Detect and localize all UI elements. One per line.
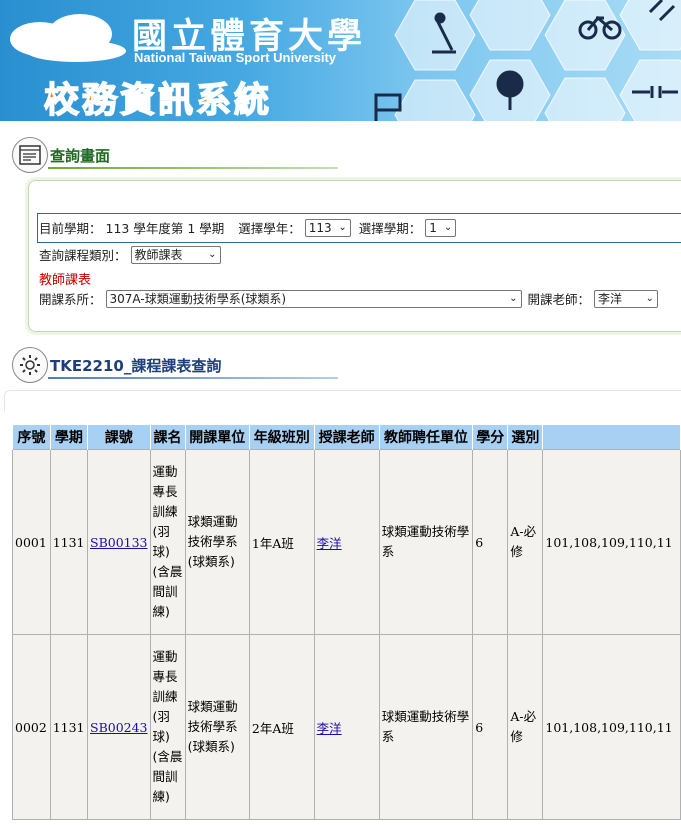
cell-unit: 球類運動技術學系(球類系)	[184, 634, 250, 820]
cell-seq: 0001	[12, 449, 51, 635]
course-table-container: 序號 學期 課號 課名 開課單位 年級班別 授課老師 教師聘任單位 學分 選別 …	[12, 424, 681, 825]
course-code-link[interactable]: SB00133	[90, 535, 148, 550]
col-employ-unit: 教師聘任單位	[378, 424, 474, 450]
section-underline	[48, 167, 338, 169]
cell-employ-unit: 球類運動技術學系	[378, 449, 474, 635]
teacher-schedule-heading: 教師課表	[39, 273, 92, 288]
course-code-link[interactable]: SB00243	[90, 720, 148, 735]
col-credit: 學分	[472, 424, 509, 450]
university-name-en: National Taiwan Sport University	[134, 50, 337, 65]
table-row: 0001 1131 SB00133 運動專長訓練(羽球)(含晨間訓練) 球類運動…	[12, 449, 681, 635]
chevron-down-icon: ⌄	[208, 249, 217, 260]
query-panel: 目前學期： 113 學年度第 1 學期 選擇學年： 113 ⌄ 選擇學期： 1 ⌄ …	[28, 180, 681, 332]
col-unit: 開課單位	[184, 424, 250, 450]
section-underline	[48, 377, 338, 379]
year-select[interactable]: 113 ⌄	[304, 218, 351, 237]
cell-name: 運動專長訓練(羽球)(含晨間訓練)	[149, 634, 186, 820]
cell-term: 1131	[49, 449, 89, 635]
dept-select-value: 307A-球類運動技術學系(球類系)	[109, 292, 287, 306]
cell-class: 1年A班	[248, 449, 315, 635]
semester-select-value: 1	[429, 220, 437, 235]
teacher-label: 開課老師：	[527, 292, 591, 307]
term-row: 目前學期： 113 學年度第 1 學期 選擇學年： 113 ⌄ 選擇學期： 1 ⌄	[39, 218, 457, 237]
result-section-title: TKE2210_課程課表查詢	[50, 357, 222, 375]
teacher-select[interactable]: 李洋 ⌄	[594, 289, 659, 308]
cell-employ-unit: 球類運動技術學系	[378, 634, 474, 820]
cell-credit: 6	[472, 449, 509, 635]
ping-pong-icon	[496, 70, 524, 98]
chevron-down-icon: ⌄	[338, 222, 347, 233]
teacher-link[interactable]: 李洋	[317, 721, 342, 736]
form-icon	[12, 137, 48, 173]
cell-credit: 6	[472, 634, 509, 820]
cell-type: A-必修	[507, 634, 544, 820]
cell-teacher: 李洋	[313, 449, 380, 635]
year-select-label: 選擇學年：	[238, 221, 301, 236]
course-table: 序號 學期 課號 課名 開課單位 年級班別 授課老師 教師聘任單位 學分 選別 …	[12, 424, 681, 820]
header-banner: 國立體育大學 National Taiwan Sport University …	[0, 0, 681, 121]
current-term-label: 目前學期：	[39, 221, 102, 236]
chevron-down-icon: ⌄	[645, 293, 655, 304]
current-term-value: 113 學年度第 1 學期	[105, 221, 225, 236]
col-term: 學期	[49, 424, 89, 450]
cell-periods: 101,108,109,110,11	[542, 634, 681, 820]
table-row: 0002 1131 SB00243 運動專長訓練(羽球)(含晨間訓練) 球類運動…	[12, 634, 681, 820]
semester-select-label: 選擇學期：	[358, 221, 422, 236]
cell-code: SB00243	[87, 634, 151, 820]
col-class: 年級班別	[248, 424, 315, 450]
category-select-value: 教師課表	[134, 248, 183, 262]
col-periods	[542, 424, 681, 450]
cell-code: SB00133	[87, 449, 151, 635]
teacher-select-value: 李洋	[598, 292, 623, 306]
cloud-logo-part	[26, 40, 126, 62]
dept-select[interactable]: 307A-球類運動技術學系(球類系) ⌄	[105, 289, 522, 308]
cell-periods: 101,108,109,110,11	[542, 449, 681, 635]
col-teacher: 授課老師	[313, 424, 380, 450]
category-label: 查詢課程類別：	[39, 248, 127, 263]
cell-name: 運動專長訓練(羽球)(含晨間訓練)	[149, 449, 186, 635]
chevron-down-icon: ⌄	[443, 222, 453, 233]
cell-unit: 球類運動技術學系(球類系)	[184, 449, 250, 635]
col-type: 選別	[507, 424, 544, 450]
cell-term: 1131	[49, 634, 89, 820]
year-select-value: 113	[308, 220, 332, 235]
col-seq: 序號	[12, 424, 51, 450]
category-select[interactable]: 教師課表 ⌄	[130, 245, 221, 264]
result-panel-frame	[4, 390, 681, 411]
system-name: 校務資訊系統	[43, 80, 273, 121]
query-section-title: 查詢畫面	[50, 147, 111, 165]
dept-row: 開課系所： 307A-球類運動技術學系(球類系) ⌄ 開課老師： 李洋 ⌄	[39, 289, 659, 308]
chevron-down-icon: ⌄	[509, 293, 518, 304]
semester-select[interactable]: 1 ⌄	[425, 218, 457, 237]
sports-hexagon-decoration	[374, 0, 681, 121]
cell-type: A-必修	[507, 449, 544, 635]
dept-label: 開課系所：	[39, 292, 102, 307]
col-name: 課名	[149, 424, 186, 450]
cell-class: 2年A班	[248, 634, 315, 820]
table-header-row: 序號 學期 課號 課名 開課單位 年級班別 授課老師 教師聘任單位 學分 選別	[12, 424, 681, 450]
cell-seq: 0002	[12, 634, 51, 820]
category-row: 查詢課程類別： 教師課表 ⌄	[39, 245, 221, 264]
col-code: 課號	[87, 424, 151, 450]
teacher-link[interactable]: 李洋	[317, 536, 342, 551]
cell-teacher: 李洋	[313, 634, 380, 820]
gear-icon	[12, 347, 48, 383]
